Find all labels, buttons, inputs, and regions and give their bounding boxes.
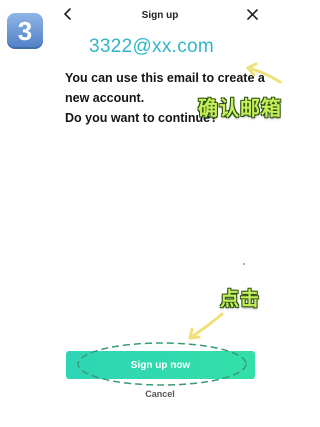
confirm-email-annotation: 确认邮箱 bbox=[198, 98, 282, 120]
stray-dot bbox=[243, 263, 245, 265]
close-icon bbox=[246, 7, 258, 25]
highlight-ellipse-icon bbox=[77, 342, 247, 386]
close-button[interactable] bbox=[242, 6, 262, 26]
email-annotation: 3322@xx.com bbox=[89, 36, 215, 57]
annotation-arrow-top-icon bbox=[246, 62, 282, 84]
top-navigation-bar: Sign up bbox=[0, 0, 320, 34]
click-annotation: 点击 bbox=[220, 289, 261, 310]
message-line-1: You can use this email to create a bbox=[65, 71, 265, 85]
page-title: Sign up bbox=[141, 10, 179, 21]
cancel-link[interactable]: Cancel bbox=[0, 389, 320, 399]
